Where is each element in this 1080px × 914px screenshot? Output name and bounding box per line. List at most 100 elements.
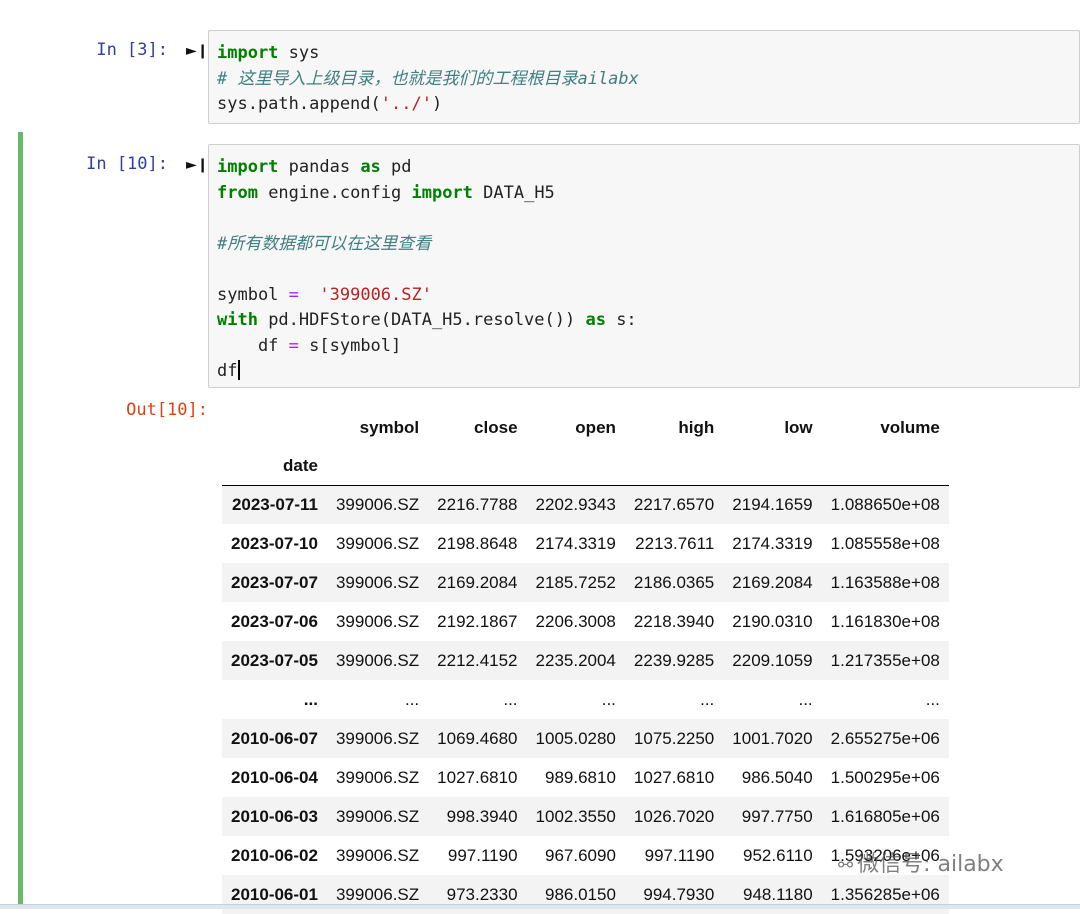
table-cell: 1.500295e+06: [830, 767, 940, 787]
wechat-icon: ⚯: [838, 855, 854, 876]
table-cell: 2213.7611: [635, 533, 715, 553]
table-cell: 1005.0280: [535, 728, 616, 748]
table-row: 2023-07-06 399006.SZ 2192.1867 2206.3008 221…: [222, 602, 949, 641]
table-cell: 399006.SZ: [335, 494, 420, 514]
column-header-low: low: [784, 418, 813, 437]
table-row: 2023-07-05 399006.SZ 2212.4152 2235.2004 223…: [222, 641, 949, 680]
run-cell-icon[interactable]: ►❙: [186, 43, 209, 59]
row-index: 2023-07-10: [231, 533, 318, 553]
table-cell: 2185.7252: [535, 572, 616, 592]
table-cell: 989.6810: [545, 767, 616, 787]
table-cell: 1.085558e+08: [830, 533, 940, 553]
code-token: pd.HDFStore(DATA_H5.resolve()): [257, 310, 586, 330]
table-cell: 2239.9285: [633, 650, 715, 670]
code-token: #所有数据都可以在这里查看: [217, 233, 432, 254]
column-header-high: high: [678, 418, 715, 437]
code-editor[interactable]: import pandas as pd from engine.config im…: [208, 144, 1080, 388]
code-editor[interactable]: import sys # 这里导入上级目录，也就是我们的工程根目录ailabx sy…: [208, 30, 1080, 124]
column-header-open: open: [575, 418, 616, 437]
code-line: with pd.HDFStore(DATA_H5.resolve()) as s…: [217, 308, 1071, 334]
code-line: import sys: [217, 41, 1071, 67]
table-cell: 1.217355e+08: [830, 650, 940, 670]
table-cell: 1.088650e+08: [830, 494, 940, 514]
index-name: date: [222, 447, 327, 486]
watermark: ⚯ 微信号: ailabx: [838, 852, 1004, 877]
row-index: 2010-06-07: [231, 728, 318, 748]
row-index: 2010-06-03: [231, 806, 318, 826]
code-line: df = s[symbol]: [217, 334, 1071, 360]
run-cell-icon[interactable]: ►❙: [186, 157, 209, 173]
row-index: 2010-06-04: [231, 767, 318, 787]
table-cell: 1.163588e+08: [830, 572, 940, 592]
table-row: 2023-07-07 399006.SZ 2169.2084 2185.7252 218…: [222, 563, 949, 602]
table-cell: 2217.6570: [633, 494, 715, 514]
table-cell: 1.161830e+08: [830, 611, 940, 631]
table-row: 2010-06-04 399006.SZ 1027.6810 989.6810 1027…: [222, 758, 949, 797]
row-index: 2010-06-02: [231, 845, 318, 865]
table-cell: 2192.1867: [437, 611, 518, 631]
table-cell: 2202.9343: [535, 494, 616, 514]
table-cell: 1027.6810: [437, 767, 518, 787]
table-cell: 2194.1659: [732, 494, 813, 514]
table-cell: 1075.2250: [633, 728, 715, 748]
code-cell-1[interactable]: In [3]: ►❙ import sys # 这里导入上级目录，也就是我们的工程…: [18, 26, 1080, 126]
table-cell: 2212.4152: [437, 650, 518, 670]
code-token: pd: [380, 157, 412, 177]
row-index: 2023-07-11: [231, 494, 318, 514]
code-token: with: [217, 310, 258, 330]
index-name-row: date: [222, 447, 949, 486]
table-cell: 2.655275e+06: [830, 728, 940, 748]
table-cell: 967.6090: [545, 845, 616, 865]
table-cell: 2206.3008: [535, 611, 616, 631]
table-cell: 2198.8648: [437, 533, 518, 553]
table-cell: 952.6110: [743, 845, 813, 865]
table-cell: 2216.7788: [437, 494, 518, 514]
table-cell: 399006.SZ: [335, 767, 420, 787]
table-cell: 997.7750: [741, 806, 813, 826]
table-cell: 399006.SZ: [335, 728, 420, 748]
row-index: 2023-07-05: [231, 650, 318, 670]
table-cell: 399006.SZ: [335, 533, 420, 553]
code-cell-2[interactable]: In [10]: ►❙ import pandas as pd from engi…: [18, 132, 1080, 914]
code-token: import: [411, 182, 473, 203]
table-cell: 399006.SZ: [335, 806, 420, 826]
table-cell: 399006.SZ: [335, 611, 420, 631]
code-token: sys.path.append(: [217, 94, 381, 114]
table-cell: 1002.3550: [535, 806, 616, 826]
table-cell: 399006.SZ: [335, 572, 420, 592]
code-token: import: [217, 157, 279, 177]
table-cell: ...: [925, 689, 940, 709]
table-cell: 1.616805e+06: [830, 806, 940, 826]
code-token: =: [288, 335, 299, 356]
table-cell: 2186.0365: [633, 572, 715, 592]
table-cell: 2235.2004: [535, 650, 616, 670]
table-cell: 986.5040: [741, 767, 813, 787]
table-cell: 2174.3319: [535, 533, 616, 553]
output-prompt: Out[10]:: [126, 400, 208, 420]
column-header-row: symbol close open high low volume: [222, 409, 949, 447]
code-token: =: [288, 284, 299, 305]
code-token: symbol: [217, 284, 289, 305]
code-token: DATA_H5: [472, 182, 555, 203]
code-line: from engine.config import DATA_H5: [217, 181, 1071, 207]
code-line: symbol = '399006.SZ': [217, 283, 1071, 309]
code-line: import pandas as pd: [217, 155, 1071, 181]
table-cell: 2190.0310: [732, 611, 813, 631]
table-row: 2010-06-07 399006.SZ 1069.4680 1005.0280 107…: [222, 719, 949, 758]
horizontal-scrollbar[interactable]: [0, 904, 1080, 909]
table-cell: 997.1190: [447, 845, 518, 865]
code-token: df: [217, 335, 289, 356]
table-cell: ...: [601, 689, 616, 709]
input-prompt: In [3]:: [96, 40, 168, 60]
table-cell: 399006.SZ: [335, 845, 420, 865]
code-token: '../': [380, 94, 432, 114]
column-header-close: close: [474, 418, 518, 437]
table-cell: ...: [503, 689, 518, 709]
code-token: s[symbol]: [298, 335, 402, 356]
input-prompt: In [10]:: [86, 154, 168, 174]
code-token: import: [217, 43, 279, 63]
code-token: pandas: [278, 157, 361, 177]
row-index: ...: [303, 689, 318, 709]
code-token: '399006.SZ': [319, 284, 432, 305]
